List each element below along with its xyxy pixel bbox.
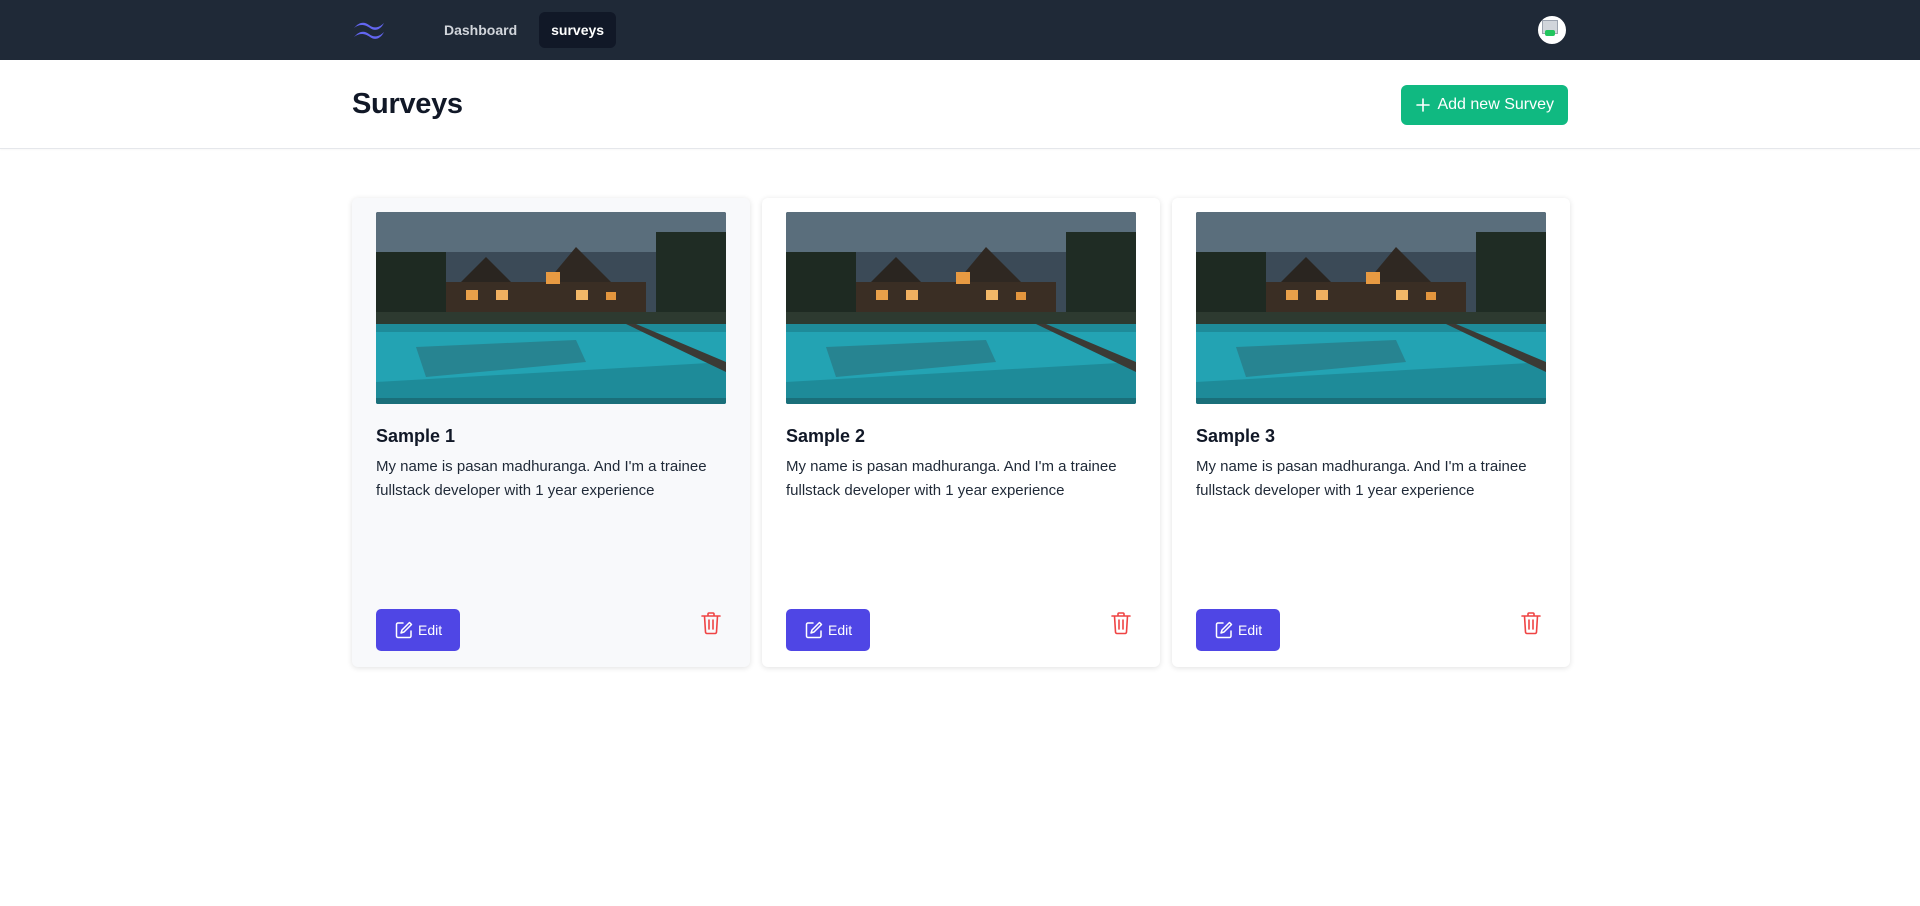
survey-card[interactable]: Sample 1 My name is pasan madhuranga. An… (352, 198, 750, 667)
survey-title: Sample 1 (376, 426, 456, 446)
edit-survey-label: Edit (828, 622, 853, 638)
edit-survey-label: Edit (418, 622, 443, 638)
survey-title: Sample 2 (786, 426, 866, 446)
edit-survey-button[interactable]: Edit (1196, 609, 1281, 651)
survey-description: My name is pasan madhuranga. And I'm a t… (1196, 458, 1527, 499)
navbar-inner: Dashboard surveys (352, 0, 1568, 60)
survey-card-actions: Edit (786, 609, 1136, 651)
trash-icon[interactable] (1110, 611, 1132, 635)
survey-image (786, 212, 1136, 404)
edit-survey-button[interactable]: Edit (376, 609, 461, 651)
survey-description: My name is pasan madhuranga. And I'm a t… (376, 458, 707, 499)
survey-card[interactable]: Sample 2 My name is pasan madhuranga. An… (762, 198, 1160, 667)
user-avatar[interactable] (1536, 14, 1568, 46)
trash-icon[interactable] (700, 611, 722, 635)
plus-icon (1416, 97, 1431, 112)
add-new-survey-button[interactable]: Add new Survey (1401, 84, 1568, 125)
page-title: Surveys (352, 88, 463, 120)
page-header-inner: Surveys Add new Survey (352, 60, 1568, 149)
survey-description: My name is pasan madhuranga. And I'm a t… (786, 458, 1117, 499)
survey-card-actions: Edit (376, 609, 726, 651)
survey-card-list: Sample 1 My name is pasan madhuranga. An… (352, 198, 1570, 667)
top-navbar: Dashboard surveys (0, 0, 1920, 60)
edit-survey-label: Edit (1238, 622, 1263, 638)
trash-icon[interactable] (1520, 611, 1542, 635)
wave-logo-icon[interactable] (352, 19, 386, 41)
page-header: Surveys Add new Survey (0, 60, 1920, 149)
survey-card-actions: Edit (1196, 609, 1546, 651)
survey-title: Sample 3 (1196, 426, 1276, 446)
edit-icon (395, 621, 413, 639)
survey-image (376, 212, 726, 404)
add-new-survey-label: Add new Survey (1437, 95, 1554, 113)
edit-survey-button[interactable]: Edit (786, 609, 871, 651)
edit-icon (1215, 621, 1233, 639)
survey-card[interactable]: Sample 3 My name is pasan madhuranga. An… (1172, 198, 1570, 667)
nav-link-dashboard[interactable]: Dashboard (432, 12, 529, 48)
edit-icon (805, 621, 823, 639)
nav-link-surveys[interactable]: surveys (539, 12, 617, 48)
survey-image (1196, 212, 1546, 404)
